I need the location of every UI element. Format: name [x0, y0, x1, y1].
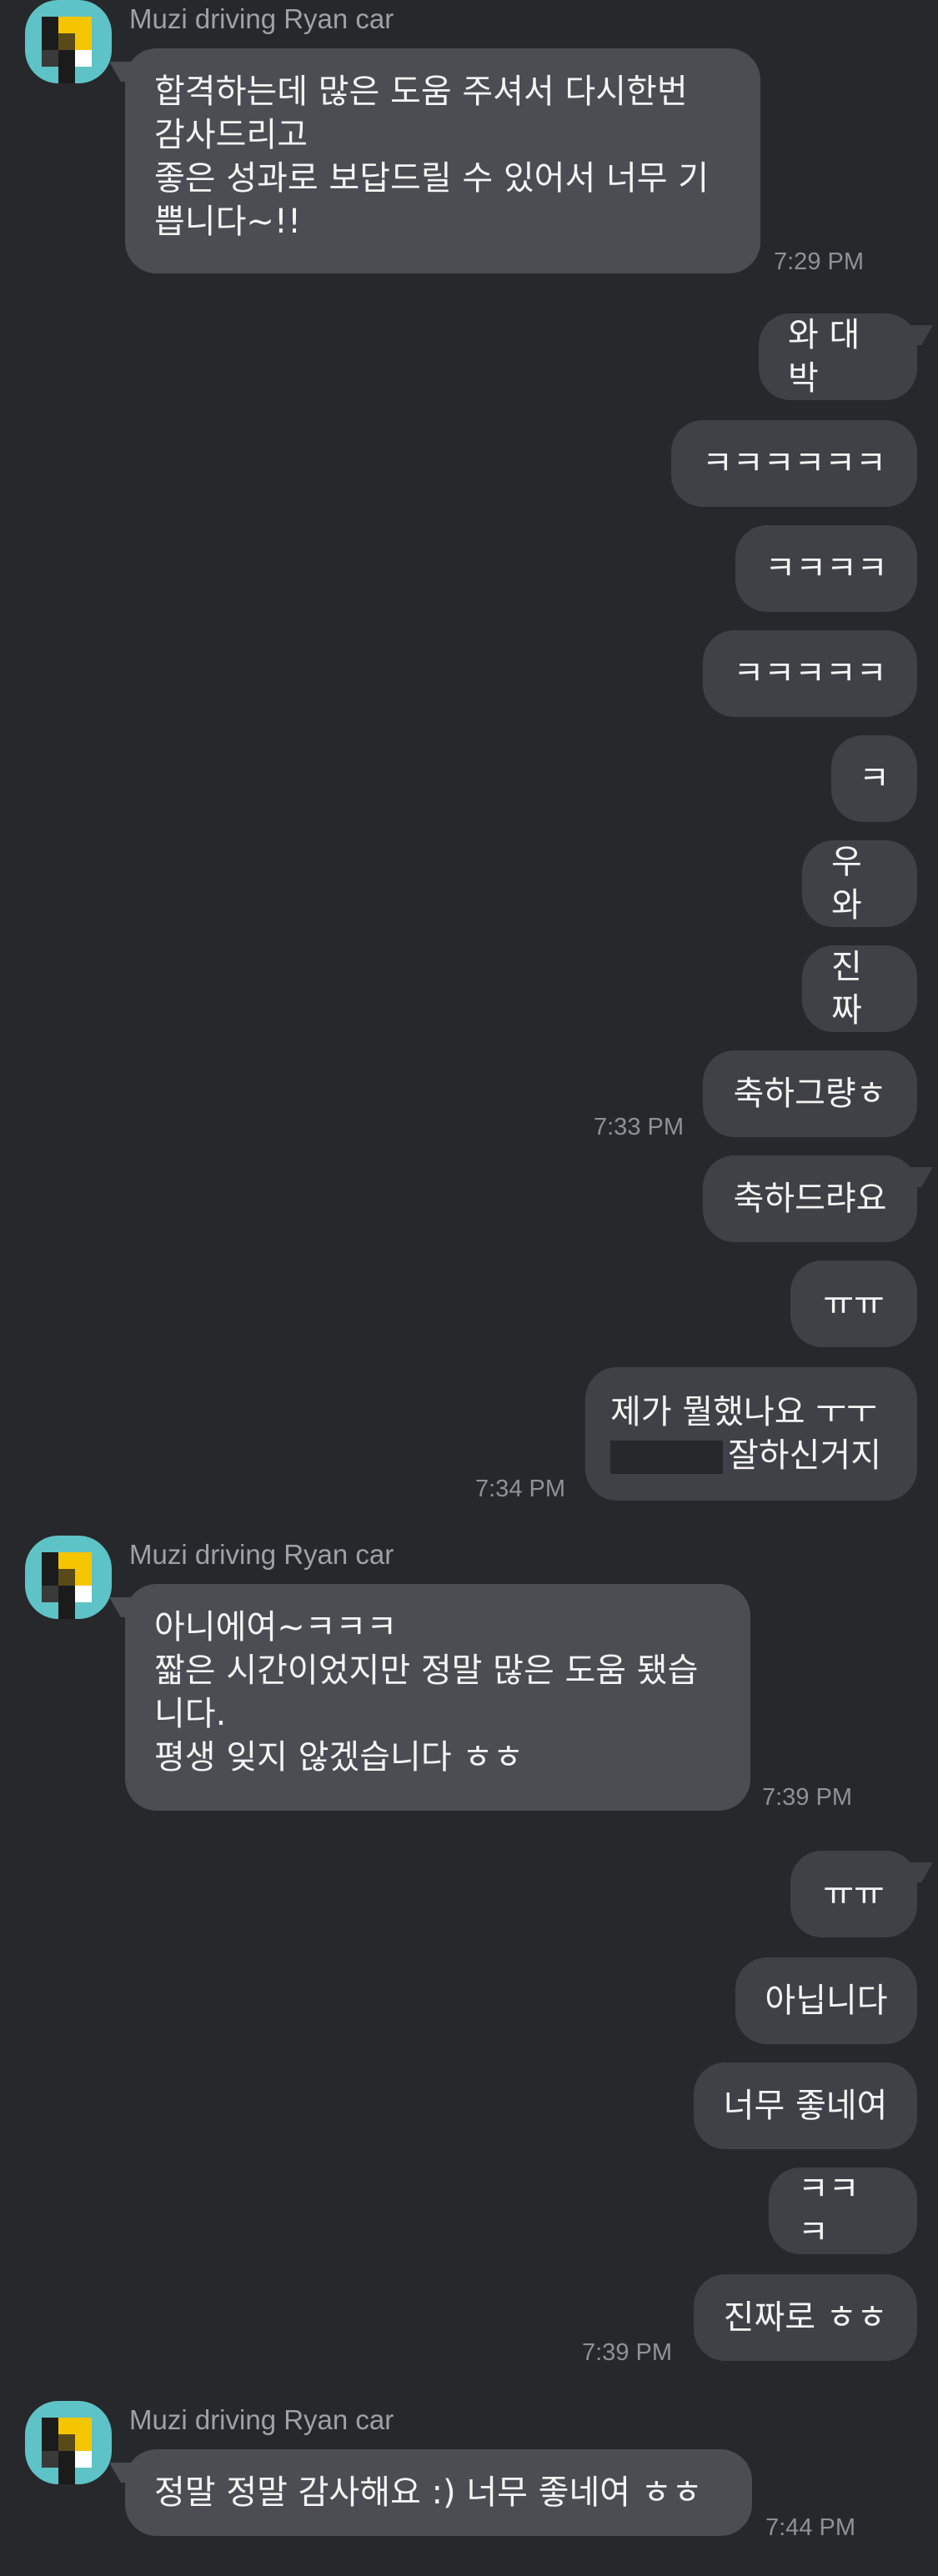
message-bubble-outgoing[interactable]: ㅋㅋㅋㅋ [735, 525, 917, 612]
message-time: 7:39 PM [582, 2339, 672, 2366]
message-time: 7:33 PM [594, 1114, 684, 1140]
message-bubble-outgoing[interactable]: ㅋㅋㅋㅋㅋㅋ [671, 420, 917, 507]
message-line: 잘하신거지 [610, 1434, 881, 1477]
sender-name: Muzi driving Ryan car [129, 2404, 394, 2435]
message-bubble-outgoing[interactable]: ㅠㅠ [790, 1260, 917, 1347]
message-time: 7:34 PM [475, 1476, 565, 1502]
redacted-block [610, 1441, 723, 1474]
message-bubble-outgoing[interactable]: 와 대박 [759, 313, 917, 400]
message-bubble-outgoing[interactable]: 축하드랴요 [703, 1155, 917, 1242]
message-line: 제가 뭘했나요 ㅜㅜ [610, 1393, 877, 1431]
message-bubble-outgoing[interactable]: ㅋㅋㅋㅋㅋ [703, 630, 917, 717]
message-time: 7:29 PM [774, 248, 864, 275]
message-bubble-outgoing[interactable]: ㅋ [831, 735, 917, 822]
message-bubble-outgoing[interactable]: 진짜로 ㅎㅎ [694, 2274, 917, 2361]
message-bubble-outgoing[interactable]: 우와 [802, 840, 917, 927]
sender-avatar[interactable] [25, 2401, 112, 2484]
message-bubble-outgoing[interactable]: 너무 좋네여 [694, 2062, 917, 2149]
message-bubble-outgoing[interactable]: 제가 뭘했나요 ㅜㅜ 잘하신거지 [585, 1367, 917, 1501]
message-line-text: 잘하신거지 [728, 1436, 881, 1475]
message-time: 7:39 PM [762, 1784, 852, 1811]
sender-name: Muzi driving Ryan car [129, 3, 394, 34]
message-bubble-incoming[interactable]: 정말 정말 감사해요 :) 너무 좋네여 ㅎㅎ [125, 2449, 752, 2536]
sender-avatar[interactable] [25, 1536, 112, 1619]
message-bubble-incoming[interactable]: 아니에여~ㅋㅋㅋ 짧은 시간이었지만 정말 많은 도움 됐습 니다. 평생 잊지… [125, 1584, 750, 1811]
message-bubble-incoming[interactable]: 합격하는데 많은 도움 주셔서 다시한번 감사드리고 좋은 성과로 보답드릴 수… [125, 48, 760, 273]
sender-avatar[interactable] [25, 0, 112, 83]
message-bubble-outgoing[interactable]: 진짜 [802, 945, 917, 1032]
message-time: 7:44 PM [765, 2514, 855, 2541]
message-bubble-outgoing[interactable]: ㅋㅋㅋ [769, 2168, 917, 2254]
message-bubble-outgoing[interactable]: ㅠㅠ [790, 1851, 917, 1937]
message-bubble-outgoing[interactable]: 아닙니다 [735, 1957, 917, 2044]
sender-name: Muzi driving Ryan car [129, 1539, 394, 1570]
message-bubble-outgoing[interactable]: 축하그량ㅎ [703, 1050, 917, 1137]
